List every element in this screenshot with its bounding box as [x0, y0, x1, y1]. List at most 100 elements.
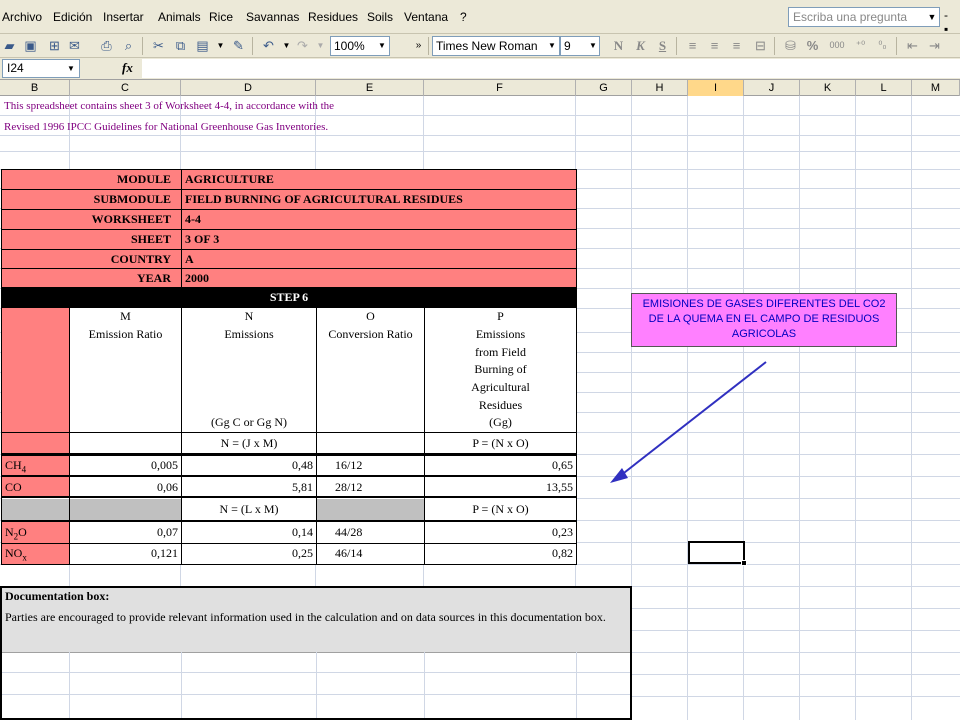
print-icon[interactable]: ⎙ — [98, 37, 115, 54]
formula-n-carbon[interactable]: N = (J x M) — [182, 436, 316, 451]
column-header-f[interactable]: F — [424, 80, 576, 96]
percent-button[interactable]: % — [804, 37, 821, 54]
col-o-title: Conversion Ratio — [328, 327, 413, 341]
ch4-emissions[interactable]: 0,48 — [182, 458, 316, 473]
module-value[interactable]: AGRICULTURE — [182, 172, 576, 187]
currency-icon[interactable]: ⛁ — [782, 37, 799, 54]
permission-icon[interactable]: ⊞ — [46, 37, 63, 54]
n2o-field-burning-emissions[interactable]: 0,23 — [425, 525, 576, 540]
nox-field-burning-emissions[interactable]: 0,82 — [425, 546, 576, 561]
co-field-burning-emissions[interactable]: 13,55 — [425, 480, 576, 495]
window-controls[interactable]: - ▪ — [944, 8, 960, 36]
formula-p-nitrogen[interactable]: P = (N x O) — [425, 502, 576, 517]
n2o-emission-ratio[interactable]: 0,07 — [70, 525, 181, 540]
active-cell-i24[interactable] — [688, 541, 745, 564]
decrease-decimal-icon[interactable]: ⁰₀ — [874, 37, 891, 54]
font-name-select[interactable]: Times New Roman — [432, 36, 560, 56]
formula-n-nitrogen[interactable]: N = (L x M) — [182, 502, 316, 517]
country-value[interactable]: A — [182, 252, 576, 267]
menu-savannas[interactable]: Savannas — [246, 10, 299, 24]
paste-icon[interactable]: ▤ — [194, 37, 211, 54]
underline-button[interactable]: S — [654, 37, 671, 54]
cut-icon[interactable]: ✂ — [150, 37, 167, 54]
gas-nox-label: NOx — [5, 546, 27, 563]
insert-function-icon[interactable]: fx — [122, 60, 133, 76]
worksheet-value[interactable]: 4-4 — [182, 212, 576, 227]
n2o-conversion-ratio[interactable]: 44/28 — [332, 525, 424, 540]
copy-icon[interactable]: ⧉ — [172, 37, 189, 54]
column-header-g[interactable]: G — [576, 80, 632, 96]
col-p-title-4: Agricultural — [471, 380, 530, 394]
redo-icon[interactable]: ↷ — [294, 37, 311, 54]
n2o-emissions[interactable]: 0,14 — [182, 525, 316, 540]
toolbar-options-icon[interactable]: » — [410, 37, 427, 54]
nox-emission-ratio[interactable]: 0,121 — [70, 546, 181, 561]
menu-residues[interactable]: Residues — [308, 10, 358, 24]
column-header-b[interactable]: B — [0, 80, 70, 96]
email-icon[interactable]: ✉ — [66, 37, 83, 54]
redo-dropdown-icon[interactable]: ▼ — [312, 37, 329, 54]
fill-handle[interactable] — [741, 560, 747, 566]
align-center-icon[interactable]: ≡ — [706, 37, 723, 54]
print-preview-icon[interactable]: ⌕ — [120, 37, 137, 54]
align-right-icon[interactable]: ≡ — [728, 37, 745, 54]
name-box-dropdown-icon[interactable]: ▼ — [64, 60, 78, 77]
nox-emissions[interactable]: 0,25 — [182, 546, 316, 561]
merge-center-icon[interactable]: ⊟ — [752, 37, 769, 54]
menu-animals[interactable]: Animals — [158, 10, 201, 24]
menu-edicion[interactable]: Edición — [53, 10, 92, 24]
increase-decimal-icon[interactable]: ⁺⁰ — [852, 37, 869, 54]
column-header-i[interactable]: I — [688, 80, 744, 96]
co-emission-ratio[interactable]: 0,06 — [70, 480, 181, 495]
ch4-field-burning-emissions[interactable]: 0,65 — [425, 458, 576, 473]
format-painter-icon[interactable]: ✎ — [230, 37, 247, 54]
increase-indent-icon[interactable]: ⇥ — [926, 37, 943, 54]
col-p-title-3: Burning of — [474, 362, 527, 376]
column-header-k[interactable]: K — [800, 80, 856, 96]
co-conversion-ratio[interactable]: 28/12 — [332, 480, 424, 495]
bold-button[interactable]: N — [610, 37, 627, 54]
formula-input[interactable] — [142, 59, 960, 78]
italic-button[interactable]: K — [632, 37, 649, 54]
nox-conversion-ratio[interactable]: 46/14 — [332, 546, 424, 561]
ch4-emission-ratio[interactable]: 0,005 — [70, 458, 181, 473]
menu-ventana[interactable]: Ventana — [404, 10, 448, 24]
col-p-letter: P — [497, 309, 504, 323]
column-headers: B C D E F G H I J K L M — [0, 80, 960, 96]
column-header-m[interactable]: M — [912, 80, 960, 96]
column-header-d[interactable]: D — [181, 80, 316, 96]
ask-question-input[interactable]: Escriba una pregunta — [788, 7, 940, 27]
font-size-dropdown-icon[interactable]: ▼ — [586, 36, 600, 56]
column-header-l[interactable]: L — [856, 80, 912, 96]
menu-soils[interactable]: Soils — [367, 10, 393, 24]
formula-p-carbon[interactable]: P = (N x O) — [425, 436, 576, 451]
menu-rice[interactable]: Rice — [209, 10, 233, 24]
save-icon[interactable]: ▣ — [22, 37, 39, 54]
open-icon[interactable]: ▰ — [1, 37, 18, 54]
paste-dropdown-icon[interactable]: ▼ — [212, 37, 229, 54]
align-left-icon[interactable]: ≡ — [684, 37, 701, 54]
undo-dropdown-icon[interactable]: ▼ — [278, 37, 295, 54]
callout-arrow[interactable] — [600, 350, 780, 490]
documentation-text[interactable]: Parties are encouraged to provide releva… — [5, 610, 627, 625]
column-header-h[interactable]: H — [632, 80, 688, 96]
zoom-dropdown-icon[interactable]: ▼ — [375, 36, 389, 56]
menu-archivo[interactable]: Archivo — [2, 10, 42, 24]
callout-textbox[interactable]: EMISIONES DE GASES DIFERENTES DEL CO2 DE… — [631, 293, 897, 347]
co-emissions[interactable]: 5,81 — [182, 480, 316, 495]
year-value[interactable]: 2000 — [182, 271, 576, 286]
column-header-j[interactable]: J — [744, 80, 800, 96]
column-header-c[interactable]: C — [70, 80, 181, 96]
font-name-dropdown-icon[interactable]: ▼ — [545, 36, 559, 56]
ask-question-dropdown-icon[interactable]: ▼ — [924, 7, 940, 27]
submodule-value[interactable]: FIELD BURNING OF AGRICULTURAL RESIDUES — [182, 192, 576, 207]
undo-icon[interactable]: ↶ — [260, 37, 277, 54]
menu-help[interactable]: ? — [460, 10, 467, 24]
sheet-value[interactable]: 3 OF 3 — [182, 232, 576, 247]
column-header-e[interactable]: E — [316, 80, 424, 96]
decrease-indent-icon[interactable]: ⇤ — [904, 37, 921, 54]
ch4-conversion-ratio[interactable]: 16/12 — [332, 458, 424, 473]
thousands-button[interactable]: 000 — [826, 37, 848, 54]
menu-insertar[interactable]: Insertar — [103, 10, 144, 24]
documentation-title: Documentation box: — [5, 589, 110, 603]
